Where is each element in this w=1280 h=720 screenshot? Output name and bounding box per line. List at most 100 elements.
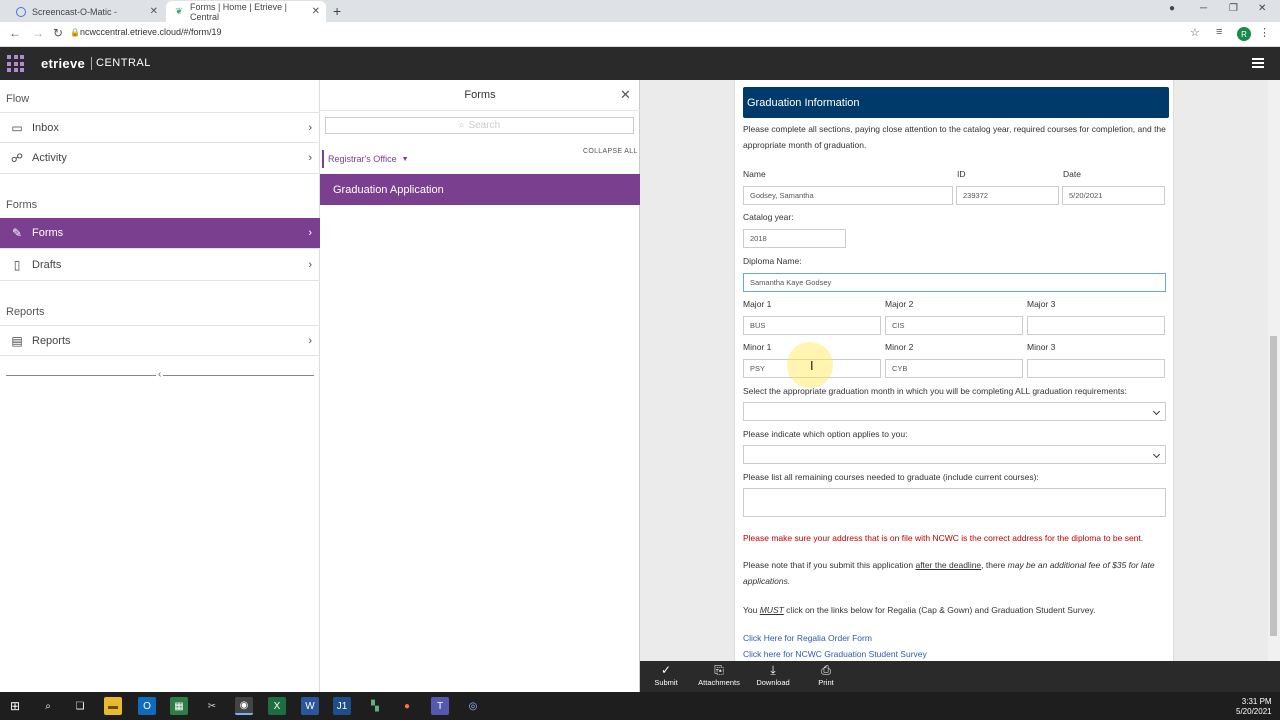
etrieve-leaf-icon: ❦: [175, 6, 183, 16]
minimize-icon[interactable]: ─: [1200, 3, 1207, 14]
chevron-right-icon: ›: [308, 334, 312, 347]
print-label: Print: [818, 678, 834, 687]
snipping-tool-icon[interactable]: ✂: [203, 697, 221, 715]
collapse-all-button[interactable]: COLLAPSE ALL: [583, 148, 638, 155]
minor2-label: Minor 2: [885, 342, 914, 352]
sidebar-item-forms[interactable]: ✎ Forms ›: [0, 218, 320, 249]
back-icon[interactable]: ←: [9, 26, 21, 40]
must-word: MUST: [759, 605, 784, 615]
minor3-field[interactable]: [1027, 359, 1165, 378]
major2-field[interactable]: CIS: [885, 316, 1023, 335]
chevron-right-icon: ›: [308, 152, 312, 164]
excel-icon[interactable]: X: [268, 697, 286, 715]
sidebar-item-drafts[interactable]: ▯ Drafts ›: [0, 250, 320, 281]
bookmark-star-icon[interactable]: ☆: [1190, 26, 1200, 39]
clock-date: 5/20/2021: [1236, 707, 1272, 716]
lock-icon: 🔒: [70, 28, 80, 37]
submit-button[interactable]: ✓ Submit: [636, 663, 696, 687]
sidebar-item-activity[interactable]: ☍ Activity ›: [0, 143, 320, 174]
diploma-name-label: Diploma Name:: [743, 256, 802, 266]
tab-title: Screencast-O-Matic -: [32, 6, 118, 17]
caret-down-icon: ▼: [401, 155, 409, 163]
name-label: Name: [743, 169, 766, 179]
app-header: etrieve CENTRAL: [0, 47, 1280, 80]
form-item-graduation-application[interactable]: Graduation Application: [320, 174, 640, 205]
address-notice: Please make sure your address that is on…: [743, 533, 1144, 543]
teams-icon[interactable]: T: [431, 697, 449, 715]
close-tab-icon[interactable]: ✕: [312, 6, 320, 17]
browser-tab-screencast[interactable]: Screencast-O-Matic - ✕: [8, 1, 164, 22]
regalia-order-link[interactable]: Click Here for Regalia Order Form: [743, 633, 872, 643]
profile-avatar[interactable]: R: [1237, 27, 1251, 41]
must-post: click on the links below for Regalia (Ca…: [783, 605, 1096, 615]
file-explorer-icon[interactable]: ▬: [104, 697, 122, 715]
search-icon[interactable]: ⌕: [39, 697, 57, 715]
date-field[interactable]: 5/20/2021: [1062, 186, 1165, 205]
activity-icon: ☍: [10, 151, 24, 165]
url-field[interactable]: ncwccentral.etrieve.cloud/#/form/19: [80, 27, 222, 37]
browser-menu-icon[interactable]: ⋮: [1259, 26, 1270, 39]
remaining-courses-textarea[interactable]: [743, 488, 1166, 517]
printer-icon: ⎙: [821, 663, 831, 677]
word-icon[interactable]: W: [301, 697, 319, 715]
checkmark-icon: ✓: [660, 663, 672, 677]
graduation-month-select[interactable]: [743, 402, 1166, 421]
print-button[interactable]: ⎙ Print: [796, 663, 856, 687]
section-forms: Forms: [6, 199, 38, 211]
collapse-sidebar-icon[interactable]: ‹: [156, 369, 164, 380]
browser-tab-etrieve[interactable]: ❦ Forms | Home | Etrieve | Central ✕: [166, 1, 326, 22]
forward-icon[interactable]: →: [32, 26, 44, 40]
close-tab-icon[interactable]: ✕: [150, 6, 158, 17]
reading-list-icon[interactable]: ≡: [1216, 26, 1222, 38]
reload-icon[interactable]: ↻: [53, 26, 63, 40]
close-window-icon[interactable]: ✕: [1258, 3, 1266, 14]
tab-title: Forms | Home | Etrieve | Central: [189, 1, 287, 22]
attachments-button[interactable]: ⎘ Attachments: [689, 663, 749, 687]
graduation-survey-link[interactable]: Click here for NCWC Graduation Student S…: [743, 649, 927, 659]
sidebar-item-label: Drafts: [32, 259, 62, 271]
app-grid-icon[interactable]: [7, 55, 24, 72]
major1-field[interactable]: BUS: [743, 316, 881, 335]
j1-app-icon[interactable]: J1: [333, 697, 351, 715]
new-tab-icon[interactable]: +: [333, 3, 341, 19]
chrome-icon[interactable]: ◉: [235, 697, 253, 715]
firefox-icon[interactable]: ●: [398, 697, 416, 715]
attachments-label: Attachments: [698, 678, 740, 687]
sidebar: Flow ▭ Inbox › ☍ Activity › Forms ✎ Form…: [0, 80, 320, 692]
screencast-icon[interactable]: ◎: [464, 697, 482, 715]
scrollbar-thumb[interactable]: [1270, 336, 1277, 636]
calculator-icon[interactable]: ▦: [170, 697, 188, 715]
sidebar-item-reports[interactable]: ▤ Reports ›: [0, 325, 320, 356]
hamburger-menu-icon[interactable]: [1252, 58, 1264, 68]
download-button[interactable]: ⤓ Download: [743, 663, 803, 687]
restore-icon[interactable]: ❐: [1229, 3, 1238, 14]
id-field[interactable]: 239372: [956, 186, 1059, 205]
system-clock[interactable]: 3:31 PM 5/20/2021: [1236, 697, 1272, 717]
search-placeholder: Search: [468, 120, 501, 131]
task-view-icon[interactable]: ❏: [71, 697, 89, 715]
option-select[interactable]: [743, 445, 1166, 464]
group-registrars-office[interactable]: Registrar's Office ▼: [322, 150, 409, 168]
app-icon[interactable]: ▚: [366, 697, 384, 715]
tab-search-icon[interactable]: ●: [1169, 3, 1175, 14]
major1-label: Major 1: [743, 299, 772, 309]
outlook-icon[interactable]: O: [138, 697, 156, 715]
catalog-year-field[interactable]: 2018: [743, 229, 846, 248]
major3-field[interactable]: [1027, 316, 1165, 335]
diploma-name-field[interactable]: Samantha Kaye Godsey: [743, 273, 1166, 292]
chevron-right-icon: ›: [308, 259, 312, 271]
major2-label: Major 2: [885, 299, 914, 309]
minor2-field[interactable]: CYB: [885, 359, 1023, 378]
chevron-right-icon: ›: [308, 227, 312, 239]
section-header: Graduation Information: [743, 87, 1169, 118]
windows-start-icon[interactable]: ⊞: [6, 697, 24, 715]
id-label: ID: [957, 169, 966, 179]
name-field[interactable]: Godsey, Samantha: [743, 186, 953, 205]
search-input[interactable]: ⌕ Search: [325, 117, 634, 134]
close-icon[interactable]: ✕: [620, 87, 631, 103]
sidebar-item-inbox[interactable]: ▭ Inbox ›: [0, 112, 320, 143]
must-pre: You: [743, 605, 760, 615]
submit-label: Submit: [654, 678, 678, 687]
sidebar-item-label: Reports: [32, 334, 71, 347]
intro-text: Please complete all sections, paying clo…: [743, 124, 1166, 150]
